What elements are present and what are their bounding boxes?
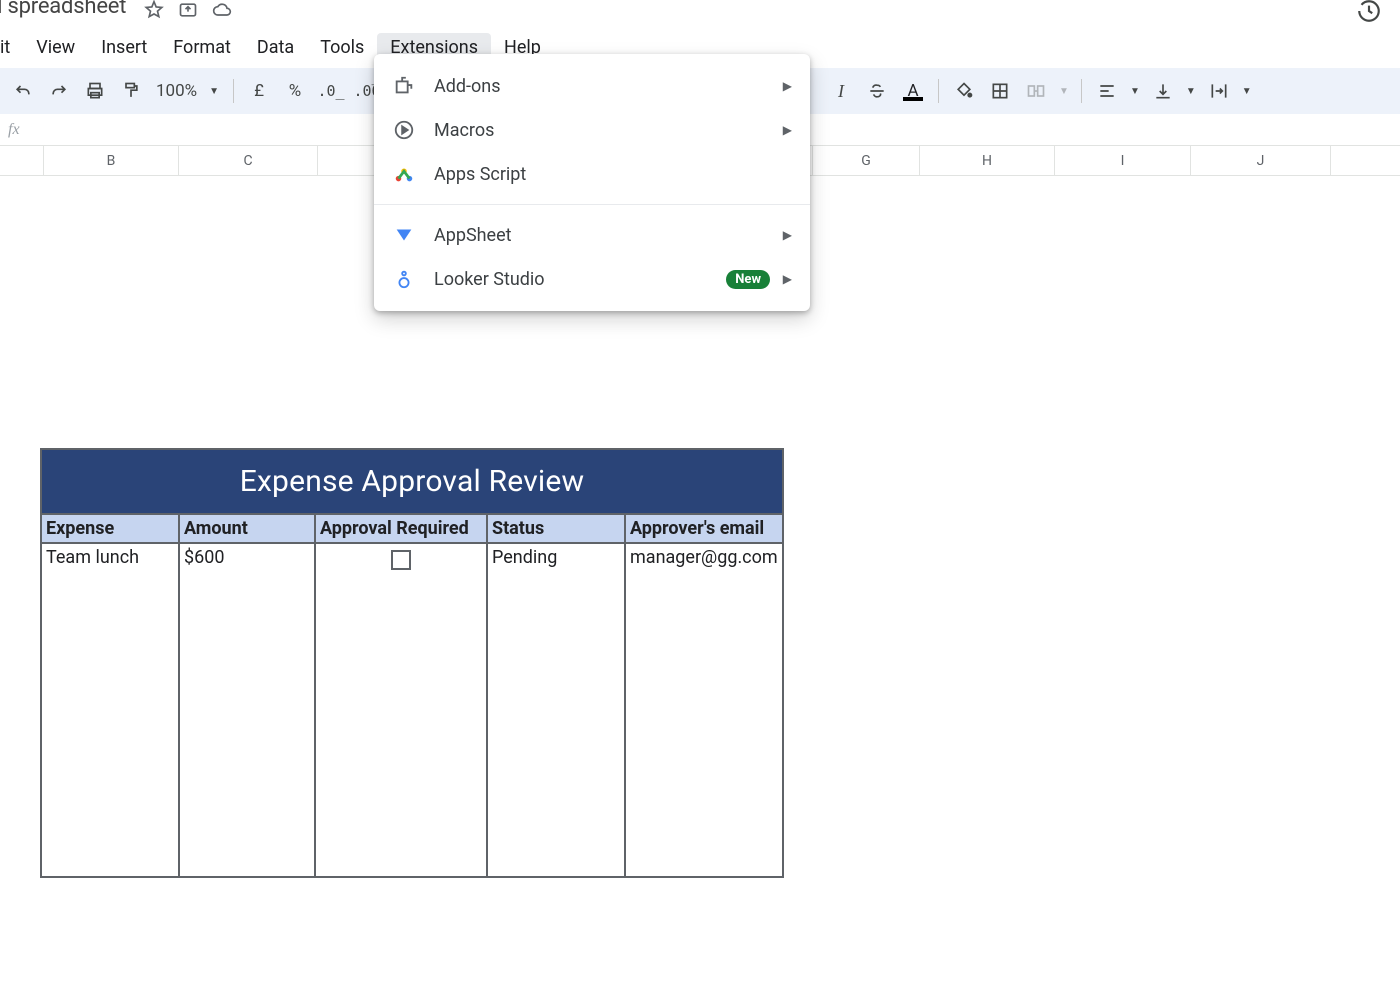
expense-table: Expense Approval Review Expense Amount A…	[40, 448, 784, 878]
th-email: Approver's email	[626, 513, 782, 542]
th-status: Status	[488, 513, 626, 542]
td-email[interactable]: manager@gg.com	[626, 542, 782, 876]
caret-down-icon[interactable]: ▼	[1055, 86, 1073, 97]
zoom-value: 100%	[156, 81, 197, 101]
undo-icon[interactable]	[6, 74, 40, 108]
zoom-select[interactable]: 100% ▼	[150, 81, 225, 101]
approval-checkbox[interactable]	[391, 550, 411, 570]
table-title: Expense Approval Review	[42, 450, 782, 513]
fx-icon: fx	[8, 121, 20, 139]
cloud-icon[interactable]	[212, 0, 232, 24]
extensions-dropdown: Add-ons ▶ Macros ▶ Apps Script AppSheet …	[374, 54, 810, 311]
col-header-I[interactable]: I	[1055, 146, 1191, 175]
td-approval[interactable]	[316, 542, 488, 876]
history-icon[interactable]	[1356, 0, 1382, 28]
italic-button[interactable]: I	[824, 74, 858, 108]
menu-format[interactable]: Format	[160, 33, 244, 62]
submenu-arrow-icon: ▶	[783, 79, 792, 93]
dropdown-addons[interactable]: Add-ons ▶	[374, 64, 810, 108]
doc-title[interactable]: d spreadsheet	[0, 0, 126, 14]
caret-down-icon[interactable]: ▼	[1182, 86, 1200, 97]
merge-cells-button[interactable]	[1019, 74, 1053, 108]
col-header-J[interactable]: J	[1191, 146, 1331, 175]
dropdown-macros[interactable]: Macros ▶	[374, 108, 810, 152]
looker-icon	[392, 267, 416, 291]
caret-down-icon[interactable]: ▼	[1126, 86, 1144, 97]
table-header-row: Expense Amount Approval Required Status …	[42, 513, 782, 542]
horizontal-align-button[interactable]	[1090, 74, 1124, 108]
vertical-align-button[interactable]	[1146, 74, 1180, 108]
dropdown-separator	[374, 204, 810, 205]
macros-icon	[392, 118, 416, 142]
dropdown-label: Looker Studio	[434, 269, 545, 290]
col-header-G[interactable]: G	[813, 146, 920, 175]
menu-edit[interactable]: it	[0, 33, 23, 62]
menu-insert[interactable]: Insert	[88, 33, 160, 62]
text-wrap-button[interactable]	[1202, 74, 1236, 108]
submenu-arrow-icon: ▶	[783, 272, 792, 286]
appsscript-icon	[392, 162, 416, 186]
title-icons	[144, 0, 232, 24]
redo-icon[interactable]	[42, 74, 76, 108]
dropdown-label: Macros	[434, 120, 494, 141]
currency-button[interactable]: £	[242, 74, 276, 108]
col-header-B[interactable]: B	[44, 146, 179, 175]
th-approval: Approval Required	[316, 513, 488, 542]
appsheet-icon	[392, 223, 416, 247]
caret-down-icon: ▼	[209, 86, 219, 97]
print-icon[interactable]	[78, 74, 112, 108]
decrease-decimal-button[interactable]: .0̲	[314, 74, 348, 108]
percent-button[interactable]: %	[278, 74, 312, 108]
separator	[233, 79, 234, 103]
menu-tools[interactable]: Tools	[307, 33, 377, 62]
td-expense[interactable]: Team lunch	[42, 542, 180, 876]
dropdown-label: Add-ons	[434, 76, 501, 97]
table-body: Team lunch $600 Pending manager@gg.com	[42, 542, 782, 876]
menu-view[interactable]: View	[23, 33, 88, 62]
td-status[interactable]: Pending	[488, 542, 626, 876]
addons-icon	[392, 74, 416, 98]
submenu-arrow-icon: ▶	[783, 228, 792, 242]
title-bar: d spreadsheet	[0, 0, 1400, 30]
borders-button[interactable]	[983, 74, 1017, 108]
select-all-corner[interactable]	[0, 146, 44, 175]
strikethrough-button[interactable]	[860, 74, 894, 108]
text-color-button[interactable]: A	[896, 81, 930, 101]
caret-down-icon[interactable]: ▼	[1238, 86, 1256, 97]
dropdown-appsheet[interactable]: AppSheet ▶	[374, 213, 810, 257]
separator	[938, 79, 939, 103]
col-header-H[interactable]: H	[920, 146, 1055, 175]
dropdown-label: AppSheet	[434, 225, 512, 246]
star-icon[interactable]	[144, 0, 164, 24]
dropdown-label: Apps Script	[434, 164, 526, 185]
th-expense: Expense	[42, 513, 180, 542]
new-badge: New	[726, 270, 770, 289]
submenu-arrow-icon: ▶	[783, 123, 792, 137]
th-amount: Amount	[180, 513, 316, 542]
dropdown-looker[interactable]: Looker Studio New ▶	[374, 257, 810, 301]
fill-color-button[interactable]	[947, 74, 981, 108]
col-header-C[interactable]: C	[179, 146, 318, 175]
paint-format-icon[interactable]	[114, 74, 148, 108]
menu-data[interactable]: Data	[244, 33, 307, 62]
separator	[1081, 79, 1082, 103]
move-icon[interactable]	[178, 0, 198, 24]
dropdown-appsscript[interactable]: Apps Script	[374, 152, 810, 196]
td-amount[interactable]: $600	[180, 542, 316, 876]
